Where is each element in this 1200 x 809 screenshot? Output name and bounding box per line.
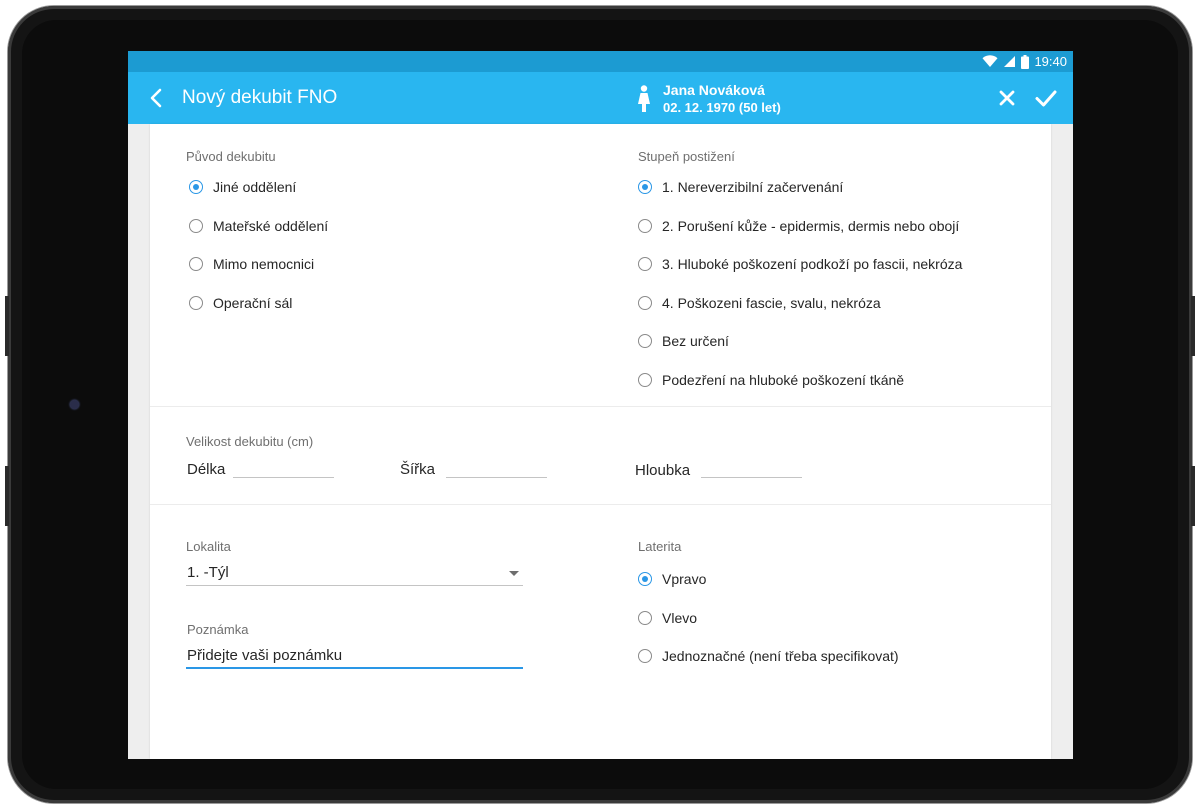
degree-option-label: 2. Porušení kůže - epidermis, dermis neb… — [662, 218, 960, 234]
note-label: Poznámka — [187, 622, 249, 637]
tablet-side-button — [1191, 466, 1195, 526]
degree-option[interactable]: Podezření na hluboké poškození tkáně — [638, 369, 904, 391]
app-screen: 19:40 Nový dekubit FNO Jana Nováková 02.… — [128, 51, 1073, 759]
origin-option[interactable]: Jiné oddělení — [189, 176, 296, 198]
degree-option[interactable]: Bez určení — [638, 330, 729, 352]
location-select-value[interactable]: 1. -Týl — [187, 564, 229, 581]
status-icons: 19:40 — [982, 54, 1067, 69]
wifi-icon — [982, 55, 998, 67]
patient-birth-date: 02. 12. 1970 (50 let) — [663, 100, 781, 115]
back-arrow-icon[interactable] — [144, 85, 170, 111]
patient-name: Jana Nováková — [663, 82, 765, 98]
degree-option-label: 3. Hluboké poškození podkoží po fascii, … — [662, 256, 963, 272]
degree-radio[interactable] — [638, 296, 652, 310]
cellular-signal-icon — [1004, 56, 1016, 67]
decubitus-form: Původ dekubitu Jiné oddělení Mateřské od… — [150, 124, 1051, 759]
status-bar: 19:40 — [128, 51, 1073, 72]
origin-radio[interactable] — [189, 219, 203, 233]
dropdown-arrow-icon[interactable] — [509, 571, 519, 576]
origin-option-label: Mimo nemocnici — [213, 256, 315, 272]
degree-radio[interactable] — [638, 334, 652, 348]
width-input[interactable] — [446, 477, 547, 478]
degree-radio[interactable] — [638, 373, 652, 387]
depth-label: Hloubka — [635, 462, 691, 479]
degree-option[interactable]: 1. Nereverzibilní začervenání — [638, 176, 843, 198]
origin-option-label: Mateřské oddělení — [213, 218, 329, 234]
status-time: 19:40 — [1034, 54, 1067, 69]
location-select[interactable] — [186, 585, 523, 586]
laterality-option[interactable]: Vpravo — [638, 568, 706, 590]
laterality-option-label: Vlevo — [662, 610, 698, 626]
length-input[interactable] — [233, 477, 334, 478]
laterality-option-label: Jednoznačné (není třeba specifikovat) — [662, 648, 899, 664]
section-divider — [150, 406, 1051, 407]
battery-icon — [1021, 54, 1030, 69]
degree-option-label: 1. Nereverzibilní začervenání — [662, 179, 844, 195]
size-label: Velikost dekubitu (cm) — [186, 434, 314, 449]
female-patient-icon — [638, 85, 650, 112]
degree-option-label: 4. Poškozeni fascie, svalu, nekróza — [662, 295, 881, 311]
laterality-radio[interactable] — [638, 649, 652, 663]
note-input-underline — [186, 667, 523, 669]
page-title: Nový dekubit FNO — [182, 87, 338, 108]
front-camera — [70, 400, 79, 409]
degree-option-label: Podezření na hluboké poškození tkáně — [662, 372, 905, 388]
close-icon[interactable] — [997, 88, 1017, 108]
depth-input[interactable] — [701, 477, 802, 478]
origin-radio[interactable] — [189, 180, 203, 194]
origin-option[interactable]: Operační sál — [189, 292, 292, 314]
laterality-option[interactable]: Vlevo — [638, 607, 697, 629]
laterality-radio[interactable] — [638, 572, 652, 586]
section-divider — [150, 504, 1051, 505]
origin-label: Původ dekubitu — [186, 149, 276, 164]
tablet-side-button — [5, 296, 9, 356]
degree-label: Stupeň postižení — [638, 149, 735, 164]
origin-radio[interactable] — [189, 257, 203, 271]
laterality-radio[interactable] — [638, 611, 652, 625]
degree-radio[interactable] — [638, 257, 652, 271]
origin-option-label: Jiné oddělení — [213, 179, 297, 195]
origin-option[interactable]: Mateřské oddělení — [189, 215, 328, 237]
width-label: Šířka — [400, 461, 436, 478]
degree-radio[interactable] — [638, 219, 652, 233]
note-input[interactable] — [187, 645, 523, 665]
degree-option-label: Bez určení — [662, 333, 729, 349]
origin-radio[interactable] — [189, 296, 203, 310]
degree-option[interactable]: 3. Hluboké poškození podkoží po fascii, … — [638, 253, 962, 275]
degree-option[interactable]: 2. Porušení kůže - epidermis, dermis neb… — [638, 215, 959, 237]
confirm-check-icon[interactable] — [1034, 86, 1058, 110]
tablet-side-button — [1191, 296, 1195, 356]
origin-option-label: Operační sál — [213, 295, 293, 311]
degree-radio[interactable] — [638, 180, 652, 194]
degree-option[interactable]: 4. Poškozeni fascie, svalu, nekróza — [638, 292, 881, 314]
app-bar: Nový dekubit FNO Jana Nováková 02. 12. 1… — [128, 72, 1073, 124]
laterality-label: Laterita — [638, 539, 682, 554]
laterality-option[interactable]: Jednoznačné (není třeba specifikovat) — [638, 645, 899, 667]
length-label: Délka — [187, 461, 226, 478]
laterality-option-label: Vpravo — [662, 571, 707, 587]
origin-option[interactable]: Mimo nemocnici — [189, 253, 314, 275]
tablet-side-button — [5, 466, 9, 526]
location-label: Lokalita — [186, 539, 231, 554]
